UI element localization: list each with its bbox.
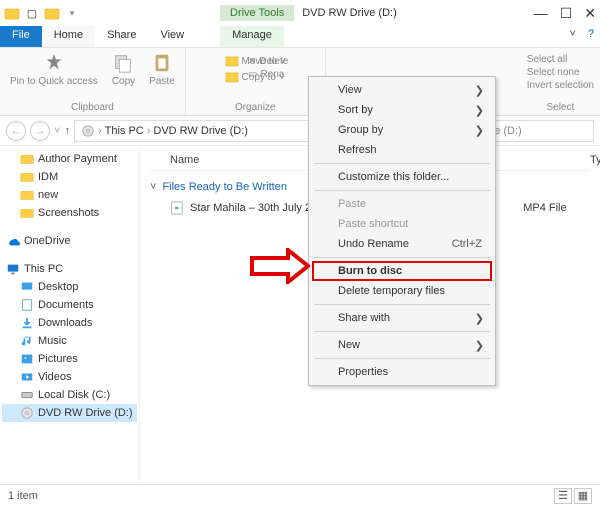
pin-button[interactable]: Pin to Quick access — [6, 50, 102, 89]
tree-videos[interactable]: Videos — [2, 368, 137, 386]
ribbon-group-select: Select all Select none Invert selection … — [521, 48, 600, 115]
crumb-this-pc[interactable]: This PC — [105, 125, 144, 137]
ctx-delete-temp[interactable]: Delete temporary files — [312, 281, 492, 301]
context-menu: View❯ Sort by❯ Group by❯ Refresh Customi… — [308, 76, 496, 386]
tree-local-disk[interactable]: Local Disk (C:) — [2, 386, 137, 404]
tree-music[interactable]: Music — [2, 332, 137, 350]
tree-folder-idm[interactable]: IDM — [2, 168, 137, 186]
up-button[interactable]: ↑ — [64, 125, 70, 137]
address-bar: ← → ˅ ↑ › This PC › DVD RW Drive (D:) 🔍v… — [0, 116, 600, 146]
submenu-arrow-icon: ❯ — [475, 84, 484, 97]
close-button[interactable]: ✕ — [584, 5, 596, 22]
submenu-arrow-icon: ❯ — [475, 124, 484, 137]
navigation-tree[interactable]: Author Payment IDM new Screenshots OneDr… — [0, 146, 140, 484]
tree-folder-author-payment[interactable]: Author Payment — [2, 150, 137, 168]
ribbon-group-organize: Move to ˅ Copy to ˅ ✕ Delete ▭ Rena Orga… — [186, 48, 326, 115]
delete-button[interactable]: ✕ Delete — [248, 56, 288, 67]
ctx-burn-to-disc[interactable]: Burn to disc — [312, 261, 492, 281]
ctx-separator — [314, 304, 490, 305]
help-icon[interactable]: ? — [582, 26, 600, 47]
explorer-body: Author Payment IDM new Screenshots OneDr… — [0, 146, 600, 484]
tab-file[interactable]: File — [0, 26, 42, 47]
ctx-share-with[interactable]: Share with❯ — [312, 308, 492, 328]
callout-arrow-icon — [250, 248, 310, 284]
titlebar: ▢ ▾ Drive Tools DVD RW Drive (D:) — ☐ ✕ — [0, 0, 600, 26]
file-name: Star Mahila – 30th July 20 — [190, 202, 317, 214]
tab-view[interactable]: View — [148, 26, 196, 47]
disc-icon — [81, 124, 95, 138]
app-icon — [4, 5, 20, 21]
select-group-label: Select — [546, 102, 574, 113]
clipboard-group-label: Clipboard — [71, 102, 114, 113]
submenu-arrow-icon: ❯ — [475, 339, 484, 352]
ribbon: Pin to Quick access Copy Paste Clipboard… — [0, 48, 600, 116]
file-type: MP4 File — [523, 202, 566, 214]
ctx-separator — [314, 190, 490, 191]
ctx-sort-by[interactable]: Sort by❯ — [312, 100, 492, 120]
select-none-button[interactable]: Select none — [527, 67, 594, 78]
crumb-location[interactable]: DVD RW Drive (D:) — [153, 125, 248, 137]
window-title: DVD RW Drive (D:) — [302, 7, 397, 19]
forward-button[interactable]: → — [30, 121, 50, 141]
status-bar: 1 item ☰ ▦ — [0, 484, 600, 506]
status-item-count: 1 item — [8, 490, 38, 502]
tree-folder-screenshots[interactable]: Screenshots — [2, 204, 137, 222]
minimize-button[interactable]: — — [534, 5, 548, 22]
ribbon-tabs: File Home Share View Manage ˅ ? — [0, 26, 600, 48]
copy-button[interactable]: Copy — [108, 50, 139, 89]
submenu-arrow-icon: ❯ — [475, 104, 484, 117]
recent-dropdown-icon[interactable]: ˅ — [54, 125, 60, 137]
submenu-arrow-icon: ❯ — [475, 312, 484, 325]
ribbon-collapse-icon[interactable]: ˅ — [563, 26, 581, 47]
rename-button[interactable]: ▭ Rena — [248, 69, 288, 80]
qat-new-folder-icon[interactable] — [44, 5, 60, 21]
ctx-properties[interactable]: Properties — [312, 362, 492, 382]
window-controls: — ☐ ✕ — [534, 5, 596, 22]
ctx-new[interactable]: New❯ — [312, 335, 492, 355]
ctx-group-by[interactable]: Group by❯ — [312, 120, 492, 140]
tab-share[interactable]: Share — [95, 26, 148, 47]
ctx-separator — [314, 257, 490, 258]
ctx-customize[interactable]: Customize this folder... — [312, 167, 492, 187]
invert-selection-button[interactable]: Invert selection — [527, 80, 594, 91]
copy-label: Copy — [112, 76, 135, 87]
view-details-button[interactable]: ☰ — [554, 488, 572, 504]
ctx-separator — [314, 163, 490, 164]
paste-label: Paste — [149, 76, 175, 87]
ribbon-group-clipboard: Pin to Quick access Copy Paste Clipboard — [0, 48, 186, 115]
tree-onedrive[interactable]: OneDrive — [2, 232, 137, 250]
tree-downloads[interactable]: Downloads — [2, 314, 137, 332]
view-switcher: ☰ ▦ — [554, 488, 592, 504]
select-all-button[interactable]: Select all — [527, 54, 594, 65]
ctx-shortcut: Ctrl+Z — [452, 238, 482, 250]
qat-dropdown-icon[interactable]: ▾ — [64, 5, 80, 21]
ctx-view[interactable]: View❯ — [312, 80, 492, 100]
maximize-button[interactable]: ☐ — [560, 5, 573, 22]
organize-group-label: Organize — [235, 102, 276, 113]
ctx-refresh[interactable]: Refresh — [312, 140, 492, 160]
video-file-icon — [170, 201, 184, 215]
ctx-paste-shortcut: Paste shortcut — [312, 214, 492, 234]
tree-desktop[interactable]: Desktop — [2, 278, 137, 296]
contextual-tab-label: Drive Tools — [220, 5, 294, 21]
ctx-paste: Paste — [312, 194, 492, 214]
tree-dvd-drive[interactable]: DVD RW Drive (D:) — [2, 404, 137, 422]
view-icons-button[interactable]: ▦ — [574, 488, 592, 504]
tab-home[interactable]: Home — [42, 26, 95, 47]
qat-properties-icon[interactable]: ▢ — [24, 5, 40, 21]
tab-manage[interactable]: Manage — [220, 26, 284, 47]
ctx-separator — [314, 358, 490, 359]
tree-documents[interactable]: Documents — [2, 296, 137, 314]
quick-access-toolbar: ▢ ▾ — [4, 5, 80, 21]
tree-folder-new[interactable]: new — [2, 186, 137, 204]
ctx-undo-rename[interactable]: Undo RenameCtrl+Z — [312, 234, 492, 254]
back-button[interactable]: ← — [6, 121, 26, 141]
paste-button[interactable]: Paste — [145, 50, 179, 89]
ctx-separator — [314, 331, 490, 332]
pin-label: Pin to Quick access — [10, 76, 98, 87]
tree-this-pc[interactable]: This PC — [2, 260, 137, 278]
tree-pictures[interactable]: Pictures — [2, 350, 137, 368]
